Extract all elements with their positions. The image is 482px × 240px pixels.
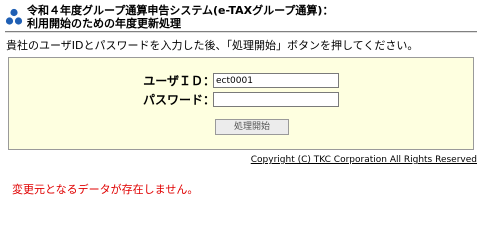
page-title-line2: 利用開始のための年度更新処理 xyxy=(27,17,181,30)
instruction-text: 貴社のユーザIDとパスワードを入力した後、「処理開始」ボタンを押してください。 xyxy=(6,39,419,52)
tkc-logo-icon xyxy=(5,8,23,25)
page-title: 令和４年度グループ通算申告システム(e-TAXグループ通算)： 利用開始のための… xyxy=(27,4,333,30)
page-header: 令和４年度グループ通算申告システム(e-TAXグループ通算)： 利用開始のための… xyxy=(5,3,477,31)
copyright-link[interactable]: Copyright (C) TKC Corporation All Rights… xyxy=(251,155,477,165)
start-processing-button[interactable]: 処理開始 xyxy=(215,119,289,135)
user-id-label: ユーザＩＤ： xyxy=(143,74,215,88)
login-panel: ユーザＩＤ： パスワード： 処理開始 xyxy=(8,57,474,150)
password-label: パスワード： xyxy=(142,93,215,107)
password-input[interactable] xyxy=(213,92,339,107)
header-divider xyxy=(5,31,477,33)
error-message: 変更元となるデータが存在しません。 xyxy=(12,183,199,196)
user-id-input[interactable] xyxy=(213,73,339,88)
page-title-line1: 令和４年度グループ通算申告システム(e-TAXグループ通算)： xyxy=(27,4,334,17)
